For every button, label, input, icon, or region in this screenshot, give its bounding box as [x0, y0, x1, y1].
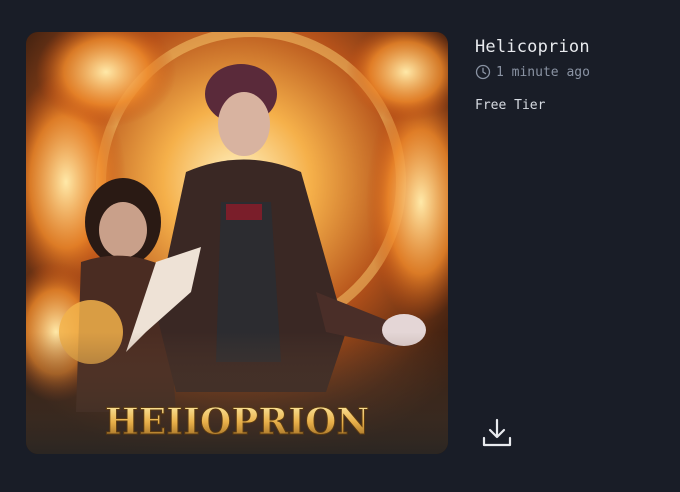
generated-image-artwork: HEIIOPRION [26, 32, 448, 454]
generated-image[interactable]: HEIIOPRION [26, 32, 448, 454]
timestamp-row: 1 minute ago [475, 64, 665, 80]
card-title: Helicoprion [475, 37, 590, 57]
download-button[interactable] [478, 414, 516, 452]
card-meta: Helicoprion 1 minute ago Free Tier [475, 36, 665, 113]
poster-title-text: HEIIOPRION [105, 401, 370, 443]
timestamp-text: 1 minute ago [496, 64, 590, 80]
download-icon [482, 418, 512, 447]
tier-label: Free Tier [475, 98, 546, 113]
generation-card: HEIIOPRION Helicoprion 1 minute ago Free… [0, 0, 680, 492]
clock-icon [475, 64, 491, 80]
